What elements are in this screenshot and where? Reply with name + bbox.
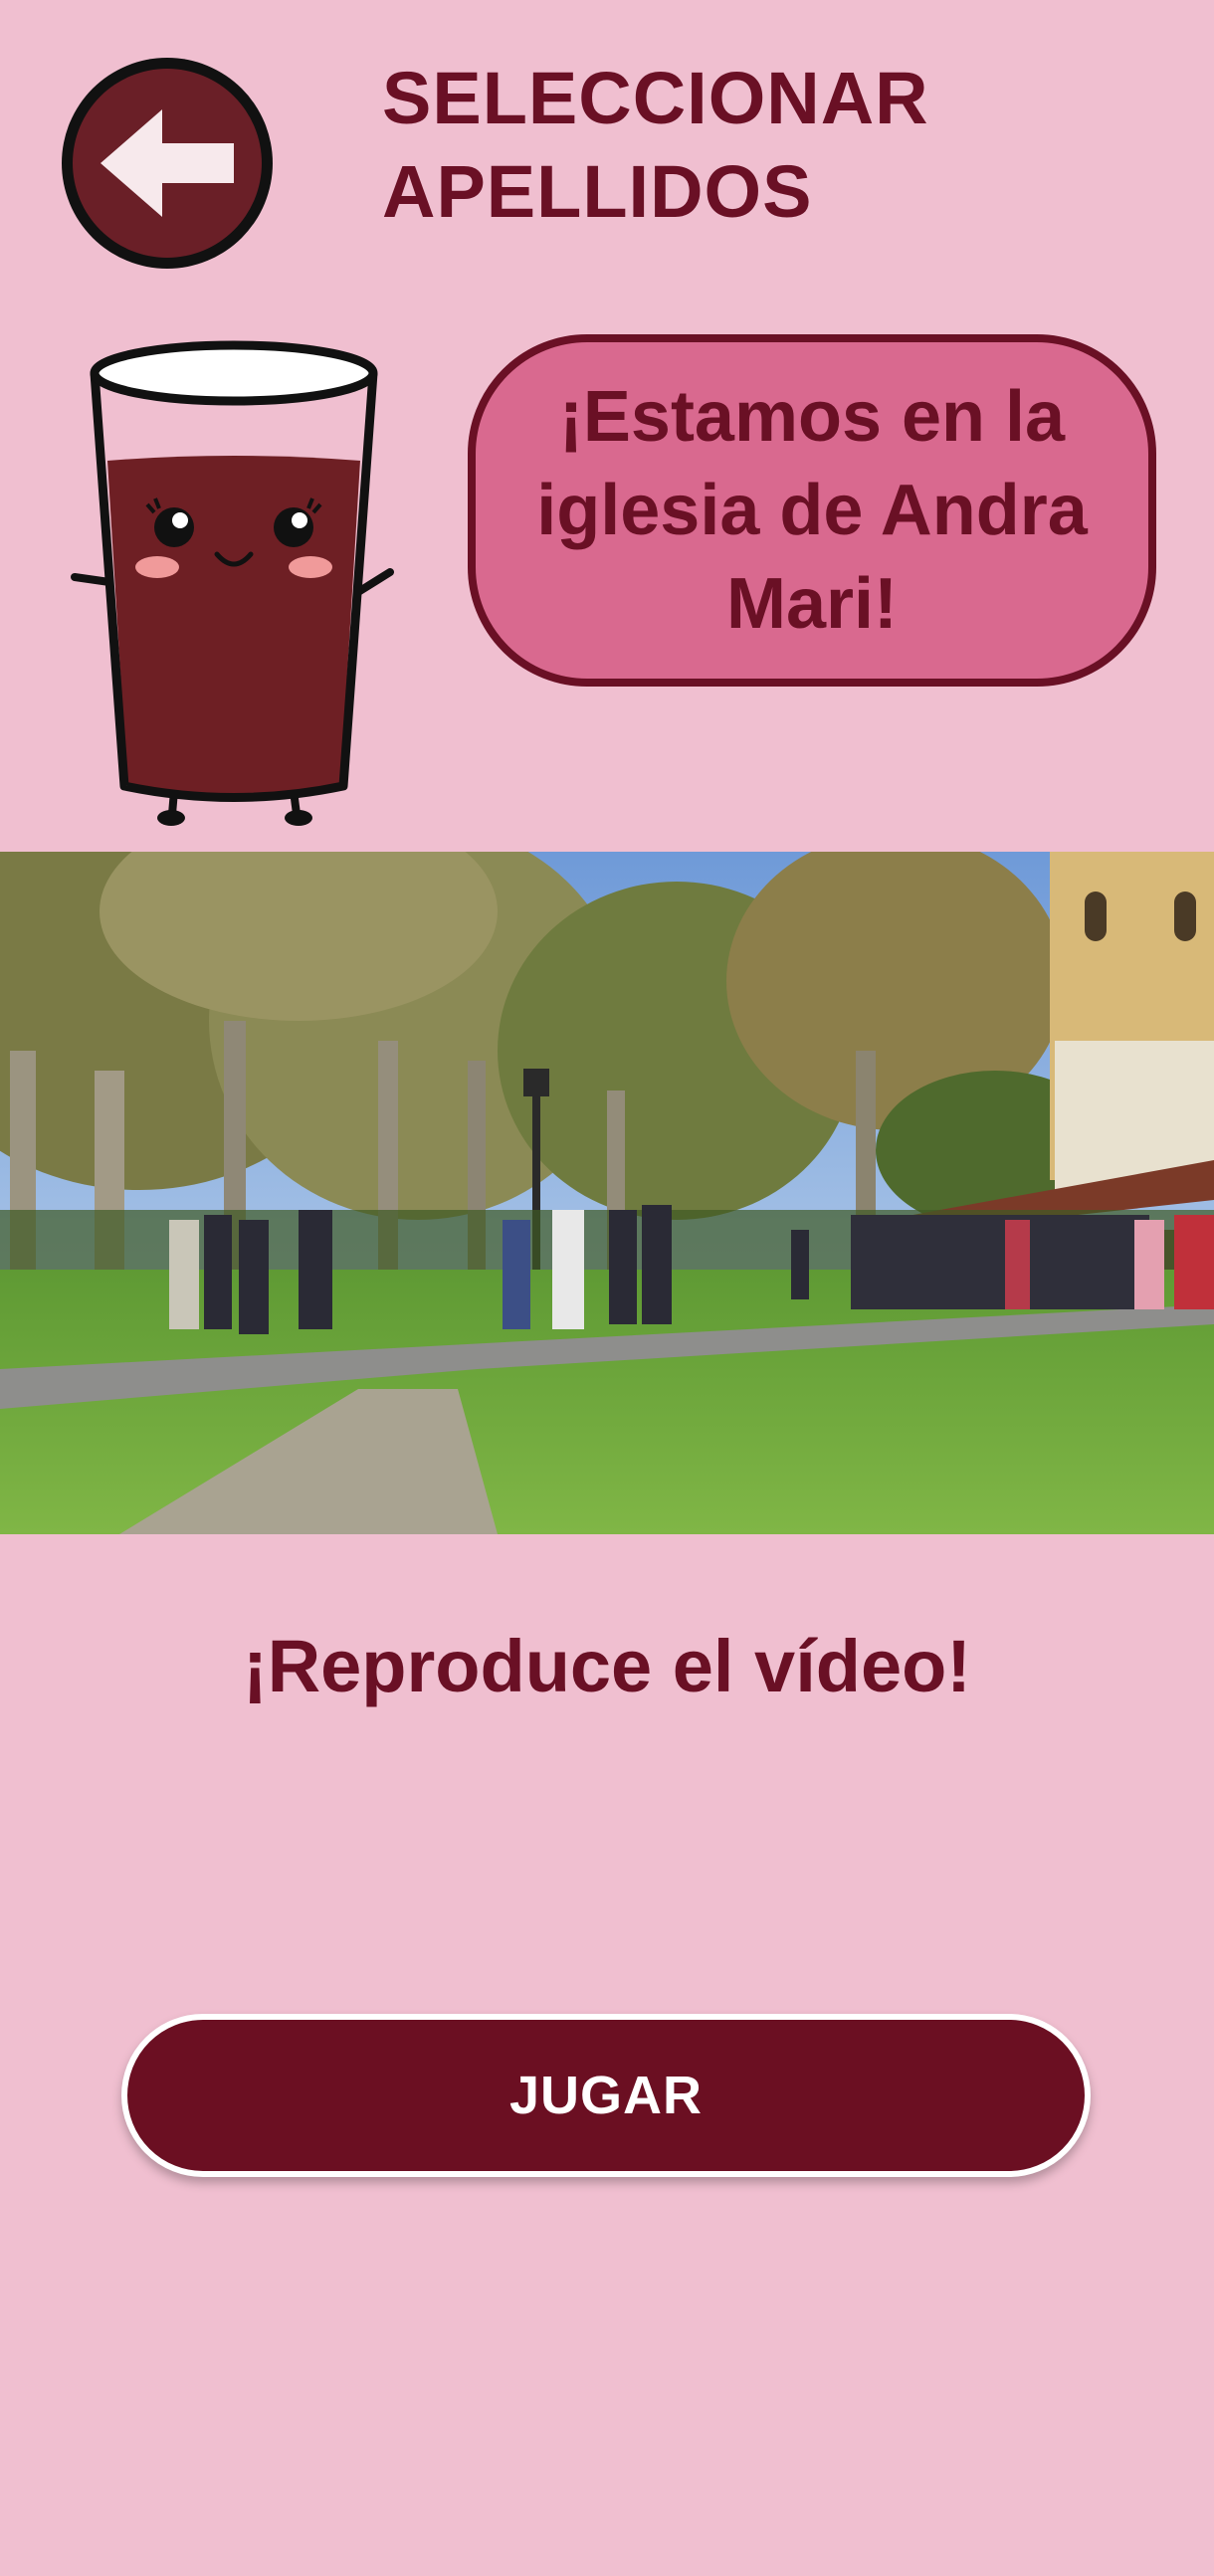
church-courtyard-photo <box>0 852 1214 1534</box>
cider-glass-mascot-icon <box>71 340 394 826</box>
page-title-line1: SELECCIONAR <box>382 57 929 139</box>
play-button[interactable]: JUGAR <box>121 2014 1091 2177</box>
instruction-text: ¡Reproduce el vídeo! <box>243 1625 971 1707</box>
back-button-face <box>73 69 262 258</box>
play-button-label: JUGAR <box>508 2066 704 2125</box>
screen: SELECCIONAR APELLIDOS ¡Estamos en la igl… <box>0 0 1214 2576</box>
speech-bubble: ¡Estamos en la iglesia de Andra Mari! <box>468 334 1156 687</box>
arrow-left-icon <box>101 109 234 217</box>
page-title-line2: APELLIDOS <box>382 150 813 233</box>
speech-text: ¡Estamos en la iglesia de Andra Mari! <box>536 377 1088 644</box>
page-title: SELECCIONAR APELLIDOS <box>382 52 1099 239</box>
back-button[interactable] <box>62 58 273 269</box>
